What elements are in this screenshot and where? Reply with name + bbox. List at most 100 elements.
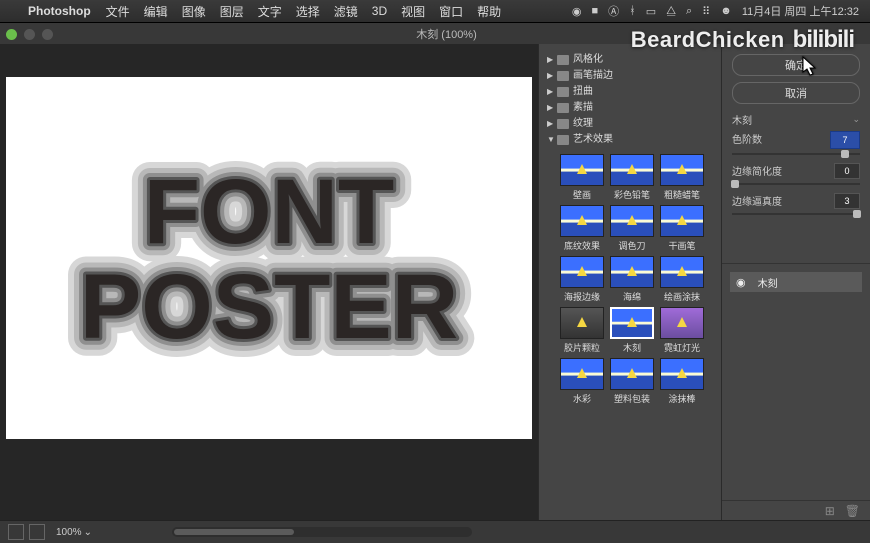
traffic-red[interactable] — [42, 29, 53, 40]
slider-label: 边缘逼真度 — [732, 193, 782, 209]
thumb-preview — [560, 205, 604, 237]
ok-button[interactable]: 确定 — [732, 54, 860, 76]
canvas-area[interactable]: FONT POSTER FONT POSTER FONT POSTER FONT… — [0, 44, 538, 521]
menu-view[interactable]: 视图 — [394, 3, 432, 20]
macos-menubar: Photoshop 文件 编辑 图像 图层 文字 选择 滤镜 3D 视图 窗口 … — [0, 0, 870, 23]
category-sketch[interactable]: ▶素描 — [547, 100, 717, 116]
filter-layer-label: 木刻 — [758, 275, 778, 290]
doc-tab-bar: 木刻 (100%) — [0, 23, 870, 46]
svg-text:POSTER: POSTER — [80, 256, 458, 358]
thumb-label: 调色刀 — [618, 239, 645, 252]
view-icon[interactable] — [8, 524, 24, 540]
slider-value-input[interactable] — [830, 131, 860, 149]
new-layer-icon[interactable]: ⊞ — [825, 504, 835, 518]
filter-thumb[interactable]: 底纹效果 — [560, 205, 604, 252]
filter-thumb[interactable]: 海报边缘 — [560, 256, 604, 303]
trash-icon[interactable]: 🗑 — [845, 504, 860, 518]
folder-icon — [557, 55, 569, 65]
category-brush[interactable]: ▶画笔描边 — [547, 68, 717, 84]
eye-icon[interactable]: ◉ — [736, 276, 746, 289]
clock[interactable]: 11月4日 周四 上午12:32 — [737, 3, 864, 19]
filter-thumb[interactable]: 霓虹灯光 — [660, 307, 704, 354]
menu-layer[interactable]: 图层 — [213, 3, 251, 20]
status-bar: 100% ⌄ — [0, 520, 870, 543]
slider-knob[interactable] — [841, 150, 849, 158]
thumb-label: 水彩 — [573, 392, 591, 405]
category-texture[interactable]: ▶纹理 — [547, 116, 717, 132]
thumb-label: 底纹效果 — [564, 239, 600, 252]
menu-3d[interactable]: 3D — [365, 4, 394, 18]
traffic-yellow[interactable] — [24, 29, 35, 40]
menu-select[interactable]: 选择 — [289, 3, 327, 20]
bluetooth-icon[interactable]: ᚼ — [624, 5, 641, 17]
cancel-button[interactable]: 取消 — [732, 82, 860, 104]
thumb-label: 壁画 — [573, 188, 591, 201]
traffic-green[interactable] — [6, 29, 17, 40]
filter-thumb[interactable]: 绘画涂抹 — [660, 256, 704, 303]
menu-help[interactable]: 帮助 — [470, 3, 508, 20]
search-icon[interactable]: ⌕ — [681, 5, 697, 18]
thumb-label: 海报边缘 — [564, 290, 600, 303]
filter-thumb[interactable]: 粗糙蜡笔 — [660, 154, 704, 201]
thumb-label: 干画笔 — [668, 239, 695, 252]
menu-edit[interactable]: 编辑 — [137, 3, 175, 20]
folder-icon — [557, 87, 569, 97]
filter-thumb[interactable]: 调色刀 — [610, 205, 654, 252]
filter-thumb[interactable]: 胶片颗粒 — [560, 307, 604, 354]
record-icon[interactable]: ◉ — [567, 5, 587, 18]
control-center-icon[interactable]: ⠿ — [697, 5, 715, 18]
slider-knob[interactable] — [853, 210, 861, 218]
filter-thumb[interactable]: 水彩 — [560, 358, 604, 405]
menu-window[interactable]: 窗口 — [432, 3, 470, 20]
category-distort[interactable]: ▶扭曲 — [547, 84, 717, 100]
thumb-preview — [660, 205, 704, 237]
filter-thumb[interactable]: 彩色铅笔 — [610, 154, 654, 201]
app-name[interactable]: Photoshop — [20, 4, 99, 18]
menu-file[interactable]: 文件 — [99, 3, 137, 20]
view-icon-2[interactable] — [29, 524, 45, 540]
zoom-level[interactable]: 100% — [56, 527, 82, 538]
filter-thumb[interactable]: 干画笔 — [660, 205, 704, 252]
thumb-label: 木刻 — [623, 341, 641, 354]
horizontal-scrollbar[interactable] — [172, 527, 472, 537]
input-icon[interactable]: Ⓐ — [603, 3, 624, 19]
filter-thumb[interactable]: 壁画 — [560, 154, 604, 201]
filter-thumb[interactable]: 海绵 — [610, 256, 654, 303]
chevron-down-icon[interactable]: ⌄ — [84, 527, 92, 538]
filter-preset-dropdown[interactable]: 木刻 ⌄ — [732, 112, 860, 127]
filter-thumb[interactable]: 塑料包装 — [610, 358, 654, 405]
stop-icon[interactable]: ■ — [587, 5, 604, 17]
thumb-label: 粗糙蜡笔 — [664, 188, 700, 201]
thumb-preview — [660, 256, 704, 288]
chevron-down-icon: ⌄ — [852, 114, 860, 125]
filter-layers-panel: ◉ 木刻 — [722, 263, 870, 500]
battery-icon[interactable]: ▭ — [641, 5, 661, 18]
filter-preset-label: 木刻 — [732, 112, 752, 127]
folder-icon — [557, 119, 569, 129]
slider-knob[interactable] — [731, 180, 739, 188]
slider-track[interactable] — [732, 213, 860, 215]
menubar-right: ◉ ■ Ⓐ ᚼ ▭ ⧋ ⌕ ⠿ ☻ 11月4日 周四 上午12:32 — [567, 3, 864, 19]
filter-thumb[interactable]: 涂抹棒 — [660, 358, 704, 405]
thumb-label: 彩色铅笔 — [614, 188, 650, 201]
filter-thumb[interactable]: 木刻 — [610, 307, 654, 354]
thumb-preview — [610, 358, 654, 390]
thumb-label: 海绵 — [623, 290, 641, 303]
panel-footer: ⊞ 🗑 — [722, 500, 870, 521]
folder-icon — [557, 71, 569, 81]
thumb-preview — [610, 154, 654, 186]
category-stylize[interactable]: ▶风格化 — [547, 52, 717, 68]
slider-track[interactable] — [732, 183, 860, 185]
menu-image[interactable]: 图像 — [175, 3, 213, 20]
user-icon[interactable]: ☻ — [715, 5, 737, 17]
menu-type[interactable]: 文字 — [251, 3, 289, 20]
slider-track[interactable] — [732, 153, 860, 155]
menu-filter[interactable]: 滤镜 — [327, 3, 365, 20]
doc-tab-title[interactable]: 木刻 (100%) — [53, 26, 840, 42]
thumb-label: 胶片颗粒 — [564, 341, 600, 354]
slider-value: 0 — [834, 163, 860, 179]
wifi-icon[interactable]: ⧋ — [661, 5, 681, 18]
filter-layer-row[interactable]: ◉ 木刻 — [730, 272, 862, 292]
slider-label: 色阶数 — [732, 131, 762, 149]
category-artistic[interactable]: ▼艺术效果 — [547, 132, 717, 148]
